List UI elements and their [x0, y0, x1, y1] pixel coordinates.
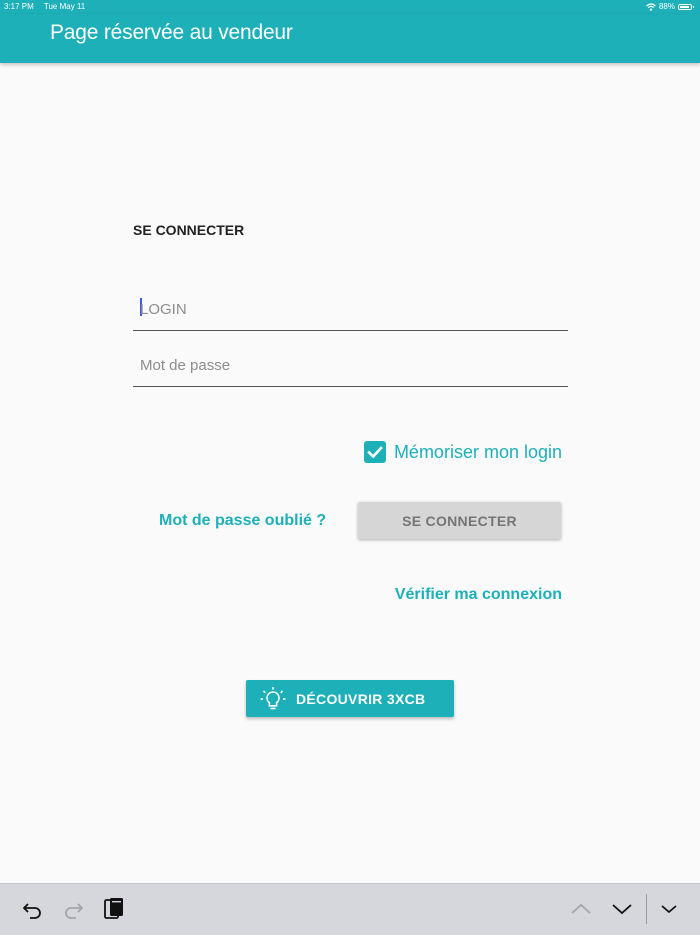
paste-icon[interactable] [101, 896, 127, 922]
lightbulb-icon [260, 686, 286, 709]
checkmark-icon [367, 446, 383, 459]
password-input[interactable] [140, 357, 560, 374]
password-field [133, 344, 568, 387]
wifi-icon [646, 2, 656, 11]
discover-button[interactable]: DÉCOUVRIR 3XCB [246, 680, 454, 717]
redo-icon[interactable] [60, 896, 86, 922]
undo-icon[interactable] [20, 896, 46, 922]
verify-connection-link[interactable]: Vérifier ma connexion [395, 586, 562, 604]
status-bar: 3:17 PM Tue May 11 88% [0, 0, 700, 14]
login-heading: SE CONNECTER [133, 222, 245, 238]
remember-checkbox[interactable] [363, 441, 386, 463]
dismiss-keyboard-icon[interactable] [656, 896, 682, 922]
remember-login-option[interactable]: Mémoriser mon login [363, 441, 562, 463]
page-title: Page réservée au vendeur [50, 21, 293, 44]
forgot-password-link[interactable]: Mot de passe oublié ? [159, 512, 326, 530]
status-bar-right: 88% [646, 2, 694, 11]
chevron-down-icon[interactable] [609, 896, 635, 922]
app-bar: Page réservée au vendeur [0, 14, 700, 63]
login-input[interactable] [140, 301, 560, 318]
status-time: 3:17 PM [4, 2, 34, 11]
status-bar-left: 3:17 PM Tue May 11 [4, 2, 93, 11]
chevron-up-icon[interactable] [568, 896, 594, 922]
discover-label[interactable]: DÉCOUVRIR 3XCB [296, 691, 425, 707]
login-field [133, 288, 568, 331]
status-date: Tue May 11 [43, 2, 86, 11]
remember-label[interactable]: Mémoriser mon login [394, 442, 562, 463]
keyboard-toolbar [0, 883, 700, 935]
toolbar-divider [646, 894, 647, 924]
connect-button[interactable]: SE CONNECTER [358, 502, 561, 539]
battery-percent: 88% [658, 2, 675, 11]
battery-icon [678, 3, 694, 10]
